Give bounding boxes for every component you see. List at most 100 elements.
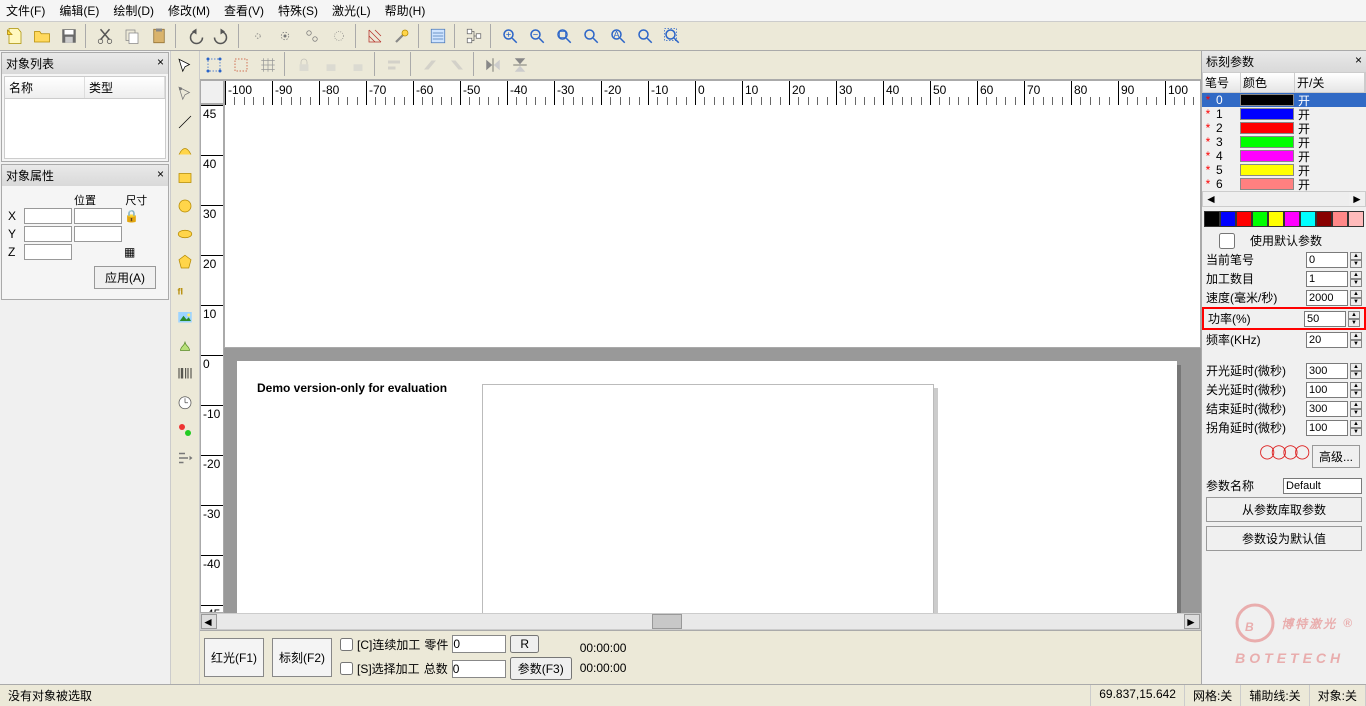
count-spinner[interactable]: ▲▼	[1350, 271, 1362, 287]
menu-laser[interactable]: 激光(L)	[332, 2, 371, 19]
palette-swatch[interactable]	[1348, 211, 1364, 227]
undo-icon[interactable]	[182, 23, 208, 49]
pick4-icon[interactable]	[326, 23, 352, 49]
text-tool-icon[interactable]: fI	[172, 277, 198, 303]
power-input[interactable]	[1304, 311, 1346, 327]
palette-swatch[interactable]	[1204, 211, 1220, 227]
endDelay-spinner[interactable]: ▲▼	[1350, 401, 1362, 417]
palette-swatch[interactable]	[1268, 211, 1284, 227]
red-light-button[interactable]: 红光(F1)	[204, 638, 264, 677]
freq-input[interactable]	[1306, 332, 1348, 348]
polygon-tool-icon[interactable]	[172, 249, 198, 275]
object-list-body[interactable]	[4, 99, 166, 159]
close-icon[interactable]: ×	[1355, 53, 1362, 70]
zoom-fit-icon[interactable]	[578, 23, 604, 49]
offDelay-spinner[interactable]: ▲▼	[1350, 382, 1362, 398]
menu-help[interactable]: 帮助(H)	[385, 2, 426, 19]
tools-icon[interactable]	[389, 23, 415, 49]
mark-button[interactable]: 标刻(F2)	[272, 638, 332, 677]
speed-spinner[interactable]: ▲▼	[1350, 290, 1362, 306]
barcode-tool-icon[interactable]	[172, 361, 198, 387]
currentPen-spinner[interactable]: ▲▼	[1350, 252, 1362, 268]
canvas[interactable]: Demo version-only for evaluation	[224, 348, 1201, 614]
copy-icon[interactable]	[119, 23, 145, 49]
lock2-icon[interactable]	[318, 52, 344, 78]
shear1-icon[interactable]	[417, 52, 443, 78]
vector-tool-icon[interactable]	[172, 333, 198, 359]
select-proc-checkbox[interactable]	[340, 662, 353, 675]
pick2-icon[interactable]	[272, 23, 298, 49]
ellipse-tool-icon[interactable]	[172, 221, 198, 247]
speed-input[interactable]	[1306, 290, 1348, 306]
palette-swatch[interactable]	[1220, 211, 1236, 227]
col-type[interactable]: 类型	[85, 77, 165, 98]
zoom-in-icon[interactable]	[497, 23, 523, 49]
node-tool-icon[interactable]	[172, 81, 198, 107]
zoom-out-icon[interactable]	[524, 23, 550, 49]
col-name[interactable]: 名称	[5, 77, 85, 98]
rings-icon[interactable]: ◯◯◯◯	[1259, 443, 1306, 470]
menu-draw[interactable]: 绘制(D)	[113, 2, 154, 19]
apply-button[interactable]: 应用(A)	[94, 266, 156, 289]
menu-file[interactable]: 文件(F)	[6, 2, 45, 19]
pen-col-color[interactable]: 颜色	[1241, 73, 1295, 92]
timer-tool-icon[interactable]	[172, 389, 198, 415]
use-default-checkbox[interactable]	[1206, 233, 1248, 249]
align1-icon[interactable]	[381, 52, 407, 78]
save-icon[interactable]	[56, 23, 82, 49]
redo-icon[interactable]	[209, 23, 235, 49]
circle-tool-icon[interactable]	[172, 193, 198, 219]
param-name-input[interactable]	[1283, 478, 1362, 494]
continuous-checkbox[interactable]	[340, 638, 353, 651]
new-file-icon[interactable]	[2, 23, 28, 49]
lock-icon[interactable]: 🔒	[124, 209, 139, 223]
freq-spinner[interactable]: ▲▼	[1350, 332, 1362, 348]
lock3-icon[interactable]	[345, 52, 371, 78]
parts-input[interactable]	[452, 635, 506, 653]
anchor-icon[interactable]: ▦	[124, 245, 135, 259]
zoom-extents-icon[interactable]	[659, 23, 685, 49]
select-tool-icon[interactable]	[172, 53, 198, 79]
currentPen-input[interactable]	[1306, 252, 1348, 268]
palette-swatch[interactable]	[1252, 211, 1268, 227]
hatch-icon[interactable]	[362, 23, 388, 49]
menu-special[interactable]: 特殊(S)	[278, 2, 318, 19]
extend-tool-icon[interactable]	[172, 445, 198, 471]
y-pos-input[interactable]	[24, 226, 72, 242]
onDelay-spinner[interactable]: ▲▼	[1350, 363, 1362, 379]
param-button[interactable]: 参数(F3)	[510, 657, 572, 680]
pen-col-state[interactable]: 开/关	[1295, 73, 1365, 92]
menu-modify[interactable]: 修改(M)	[168, 2, 210, 19]
menu-edit[interactable]: 编辑(E)	[59, 2, 99, 19]
grid-snap-icon[interactable]	[255, 52, 281, 78]
x-size-input[interactable]	[74, 208, 122, 224]
count-input[interactable]	[1306, 271, 1348, 287]
palette-swatch[interactable]	[1316, 211, 1332, 227]
shear2-icon[interactable]	[444, 52, 470, 78]
cut-icon[interactable]	[92, 23, 118, 49]
menu-view[interactable]: 查看(V)	[224, 2, 264, 19]
total-input[interactable]	[452, 660, 506, 678]
save-default-button[interactable]: 参数设为默认值	[1206, 526, 1362, 551]
pick1-icon[interactable]	[245, 23, 271, 49]
lock1-icon[interactable]	[291, 52, 317, 78]
image-tool-icon[interactable]	[172, 305, 198, 331]
z-pos-input[interactable]	[24, 244, 72, 260]
select-bounds-icon[interactable]	[201, 52, 227, 78]
r-button[interactable]: R	[510, 635, 539, 653]
color-palette[interactable]	[1204, 211, 1364, 227]
endDelay-input[interactable]	[1306, 401, 1348, 417]
mirror-v-icon[interactable]	[507, 52, 533, 78]
tree-icon[interactable]	[461, 23, 487, 49]
close-icon[interactable]: ×	[157, 167, 164, 184]
palette-swatch[interactable]	[1284, 211, 1300, 227]
curve-tool-icon[interactable]	[172, 137, 198, 163]
pen-col-num[interactable]: 笔号	[1203, 73, 1241, 92]
paste-icon[interactable]	[146, 23, 172, 49]
onDelay-input[interactable]	[1306, 363, 1348, 379]
rect-tool-icon[interactable]	[172, 165, 198, 191]
h-scrollbar[interactable]: ◄►	[200, 613, 1201, 630]
palette-swatch[interactable]	[1236, 211, 1252, 227]
offDelay-input[interactable]	[1306, 382, 1348, 398]
close-icon[interactable]: ×	[157, 55, 164, 72]
